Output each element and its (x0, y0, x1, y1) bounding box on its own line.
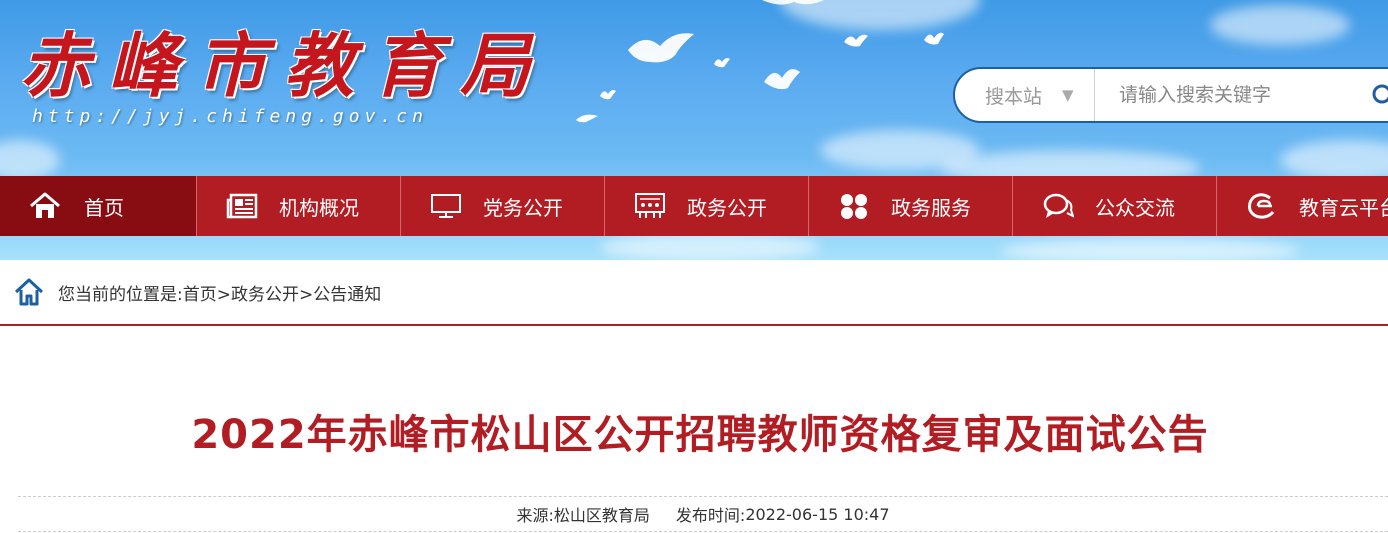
dove-icon (576, 114, 598, 123)
source-value: 松山区教育局 (553, 506, 650, 525)
search-bar: 搜本站 ▼ (953, 67, 1388, 123)
breadcrumb-link-announcements[interactable]: 公告通知 (313, 285, 381, 305)
search-scope-select[interactable]: 搜本站 ▼ (955, 69, 1095, 121)
publish-time-value: 2022-06-15 10:47 (745, 504, 890, 524)
dove-icon (762, 0, 825, 5)
site-logo-title[interactable]: 赤峰市教育局 (20, 26, 548, 106)
breadcrumb-prefix: 您当前的位置是: (58, 284, 183, 305)
monitor-icon (429, 189, 463, 223)
grid-icon (837, 189, 871, 223)
meeting-icon (633, 189, 667, 223)
breadcrumb-separator: > (298, 284, 314, 305)
nav-item-party-affairs[interactable]: 党务公开 (401, 176, 605, 236)
breadcrumb-link-government-affairs[interactable]: 政务公开 (231, 285, 299, 305)
dove-icon (628, 33, 694, 63)
nav-label: 政务服务 (891, 195, 971, 220)
cloud-decoration (1280, 140, 1388, 180)
nav-item-public-exchange[interactable]: 公众交流 (1013, 176, 1217, 236)
search-scope-label: 搜本站 (985, 85, 1043, 108)
nav-item-organization[interactable]: 机构概况 (197, 176, 401, 236)
article-meta: 来源: 松山区教育局 发布时间: 2022-06-15 10:47 (18, 496, 1388, 532)
dove-icon (844, 34, 868, 47)
home-icon (14, 278, 44, 306)
cloud-decoration (600, 232, 820, 260)
breadcrumb: 您当前的位置是:首页>政务公开>公告通知 (0, 260, 1388, 326)
cloud-e-icon (1245, 189, 1279, 223)
cloud-decoration (1000, 238, 1300, 260)
publish-time-label: 发布时间: (675, 506, 746, 525)
chat-icon (1041, 189, 1075, 223)
nav-item-home[interactable]: 首页 (0, 176, 197, 236)
nav-label: 政务公开 (687, 195, 767, 220)
newspaper-icon (225, 189, 259, 223)
source-label: 来源: (516, 506, 554, 525)
dove-icon (600, 90, 616, 100)
home-icon (28, 189, 62, 223)
breadcrumb-separator: > (216, 284, 231, 305)
cloud-decoration (0, 140, 60, 180)
search-input[interactable] (1095, 69, 1388, 121)
cloud-decoration (1210, 5, 1350, 45)
dove-icon (924, 32, 944, 45)
breadcrumb-trail: 您当前的位置是:首页>政务公开>公告通知 (58, 280, 381, 305)
nav-item-government-services[interactable]: 政务服务 (809, 176, 1013, 236)
nav-label: 机构概况 (279, 195, 359, 220)
main-nav: 首页 机构概况 党务公开 政务公开 政务服务 公众交流 教育云平 (0, 176, 1388, 236)
article-title: 2022年赤峰市松山区公开招聘教师资格复审及面试公告 (191, 412, 1209, 458)
dove-icon (714, 58, 730, 68)
nav-label: 公众交流 (1095, 195, 1175, 220)
dropdown-triangle-icon: ▼ (1062, 86, 1074, 104)
dove-icon (764, 69, 800, 90)
nav-item-education-cloud[interactable]: 教育云平台 (1217, 176, 1388, 236)
breadcrumb-link-home[interactable]: 首页 (183, 285, 217, 305)
site-url: http://jyj.chifeng.gov.cn (32, 106, 428, 127)
nav-item-government-affairs[interactable]: 政务公开 (605, 176, 809, 236)
search-icon[interactable] (1371, 83, 1388, 109)
nav-label: 首页 (84, 195, 124, 220)
nav-label: 党务公开 (483, 195, 563, 220)
nav-label: 教育云平台 (1299, 195, 1388, 220)
